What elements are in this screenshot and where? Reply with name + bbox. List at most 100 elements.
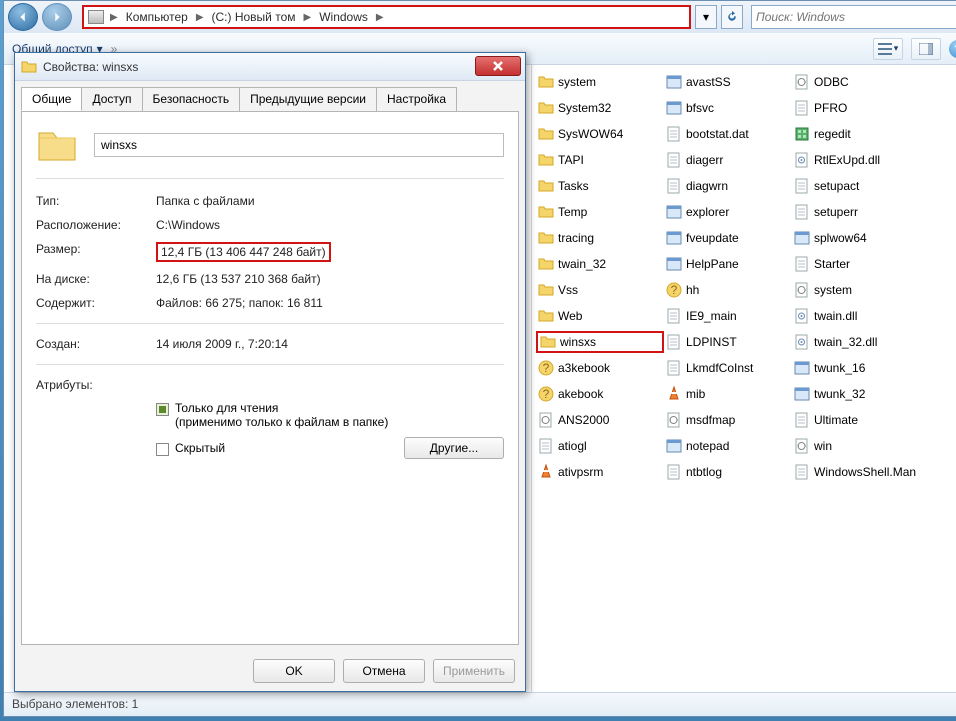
chevron-right-icon: ▶ xyxy=(302,12,314,23)
search-box[interactable] xyxy=(751,5,956,29)
cfg-icon xyxy=(794,74,810,90)
forward-button[interactable] xyxy=(42,3,72,31)
view-button[interactable]: ▾ xyxy=(873,38,903,60)
file-item[interactable]: bootstat.dat xyxy=(664,123,792,145)
file-item[interactable]: Starter xyxy=(792,253,936,275)
folder-item[interactable]: TAPI xyxy=(536,149,664,171)
file-name: LkmdfCoInst xyxy=(686,361,753,375)
hidden-checkbox[interactable] xyxy=(156,443,169,456)
breadcrumb-computer[interactable]: Компьютер xyxy=(120,7,194,27)
file-item[interactable]: regedit xyxy=(792,123,936,145)
file-icon xyxy=(666,126,682,142)
file-item[interactable]: twain.dll xyxy=(792,305,936,327)
search-input[interactable] xyxy=(756,10,956,24)
file-item[interactable]: ntbtlog xyxy=(664,461,792,483)
file-item[interactable]: akebook xyxy=(536,383,664,405)
tab-access[interactable]: Доступ xyxy=(81,87,142,111)
folder-item[interactable]: tracing xyxy=(536,227,664,249)
file-icon xyxy=(666,360,682,376)
created-value: 14 июля 2009 г., 7:20:14 xyxy=(156,337,504,351)
file-item[interactable]: PFRO xyxy=(792,97,936,119)
file-list-pane[interactable]: system avastSSODBC System32bfsvcPFRO SysWOW… xyxy=(532,65,956,692)
folder-name-input[interactable]: winsxs xyxy=(94,133,504,157)
separator xyxy=(36,364,504,365)
folder-item[interactable]: twain_32 xyxy=(536,253,664,275)
file-name: win xyxy=(814,439,832,453)
type-value: Папка с файлами xyxy=(156,194,504,208)
file-item[interactable]: hh xyxy=(664,279,792,301)
back-button[interactable] xyxy=(8,3,38,31)
file-item[interactable]: fveupdate xyxy=(664,227,792,249)
refresh-button[interactable] xyxy=(721,5,743,29)
dialog-title: Свойства: winsxs xyxy=(43,60,138,74)
folder-item[interactable]: Web xyxy=(536,305,664,327)
folder-item[interactable]: system xyxy=(536,71,664,93)
file-item[interactable]: setuperr xyxy=(792,201,936,223)
file-item[interactable]: diagwrn xyxy=(664,175,792,197)
readonly-checkbox[interactable] xyxy=(156,403,169,416)
file-item[interactable]: LDPINST xyxy=(664,331,792,353)
file-item[interactable]: ODBC xyxy=(792,71,936,93)
file-item[interactable]: twunk_32 xyxy=(792,383,936,405)
address-bar[interactable]: ▶ Компьютер ▶ (C:) Новый том ▶ Windows ▶ xyxy=(82,5,691,29)
file-item[interactable]: bfsvc xyxy=(664,97,792,119)
file-name: system xyxy=(558,75,596,89)
chevron-right-icon: ▶ xyxy=(374,12,386,23)
cfg-icon xyxy=(794,438,810,454)
folder-item[interactable]: Tasks xyxy=(536,175,664,197)
file-item[interactable]: diagerr xyxy=(664,149,792,171)
breadcrumb-drive[interactable]: (C:) Новый том xyxy=(206,7,302,27)
file-item[interactable]: explorer xyxy=(664,201,792,223)
app-icon xyxy=(666,100,682,116)
history-dropdown-button[interactable]: ▾ xyxy=(695,5,717,29)
file-name: ntbtlog xyxy=(686,465,722,479)
file-item[interactable]: twain_32.dll xyxy=(792,331,936,353)
file-name: fveupdate xyxy=(686,231,739,245)
file-item[interactable]: twunk_16 xyxy=(792,357,936,379)
file-name: twunk_16 xyxy=(814,361,865,375)
drive-icon xyxy=(88,10,104,24)
file-item[interactable]: avastSS xyxy=(664,71,792,93)
folder-item[interactable]: Vss xyxy=(536,279,664,301)
file-item[interactable]: IE9_main xyxy=(664,305,792,327)
file-item[interactable]: setupact xyxy=(792,175,936,197)
tab-previous-versions[interactable]: Предыдущие версии xyxy=(239,87,377,111)
other-attributes-button[interactable]: Другие... xyxy=(404,437,504,459)
folder-item[interactable]: System32 xyxy=(536,97,664,119)
file-name: IE9_main xyxy=(686,309,737,323)
file-item[interactable]: notepad xyxy=(664,435,792,457)
file-item[interactable]: LkmdfCoInst xyxy=(664,357,792,379)
close-button[interactable] xyxy=(475,56,521,76)
file-item[interactable]: system xyxy=(792,279,936,301)
file-name: twain_32.dll xyxy=(814,335,877,349)
file-item[interactable]: ativpsrm xyxy=(536,461,664,483)
file-name: setuperr xyxy=(814,205,858,219)
preview-pane-button[interactable] xyxy=(911,38,941,60)
contains-label: Содержит: xyxy=(36,296,156,310)
file-item[interactable]: RtlExUpd.dll xyxy=(792,149,936,171)
file-item[interactable]: WindowsShell.Man xyxy=(792,461,936,483)
cancel-button[interactable]: Отмена xyxy=(343,659,425,683)
file-item[interactable]: HelpPane xyxy=(664,253,792,275)
file-item[interactable]: splwow64 xyxy=(792,227,936,249)
apply-button[interactable]: Применить xyxy=(433,659,515,683)
file-item[interactable]: win xyxy=(792,435,936,457)
separator xyxy=(36,323,504,324)
file-item[interactable]: a3kebook xyxy=(536,357,664,379)
file-item[interactable]: mib xyxy=(664,383,792,405)
tab-general[interactable]: Общие xyxy=(21,87,82,111)
file-item[interactable]: atiogl xyxy=(536,435,664,457)
tab-security[interactable]: Безопасность xyxy=(142,87,241,111)
ok-button[interactable]: OK xyxy=(253,659,335,683)
folder-item[interactable]: Temp xyxy=(536,201,664,223)
tab-customize[interactable]: Настройка xyxy=(376,87,457,111)
file-item[interactable]: msdfmap xyxy=(664,409,792,431)
dialog-titlebar[interactable]: Свойства: winsxs xyxy=(15,53,525,81)
breadcrumb-folder[interactable]: Windows xyxy=(313,7,374,27)
folder-item[interactable]: SysWOW64 xyxy=(536,123,664,145)
folder-item[interactable]: winsxs xyxy=(536,331,664,353)
file-icon xyxy=(794,204,810,220)
file-item[interactable]: Ultimate xyxy=(792,409,936,431)
help-button[interactable]: ? xyxy=(949,40,956,58)
file-item[interactable]: ANS2000 xyxy=(536,409,664,431)
